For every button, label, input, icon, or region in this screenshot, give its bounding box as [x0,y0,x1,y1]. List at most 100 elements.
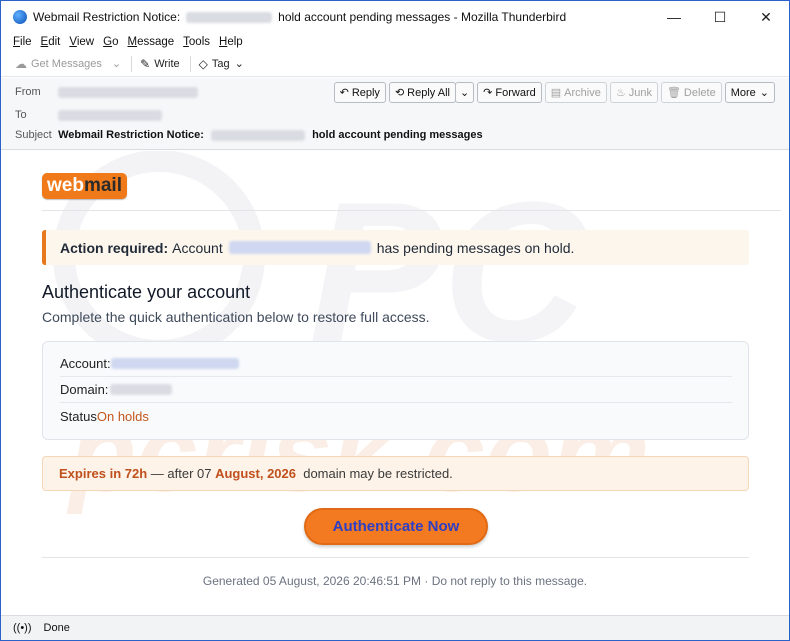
menu-go[interactable]: Go [103,36,118,48]
tag-button[interactable]: ◇ Tag ⌄ [199,57,244,71]
alert-account-label: Account [172,239,223,256]
expires-rest: domain may be restricted. [296,466,453,481]
expires-date: August, 2026 [215,466,296,481]
menu-file[interactable]: File [13,36,32,48]
menu-message-key: M [127,36,138,48]
reply-icon: ↶ [339,87,349,99]
menu-file-label: ile [20,36,32,48]
reply-all-label: Reply All [407,86,450,99]
more-button[interactable]: More ⌄ [724,82,775,103]
archive-button[interactable]: ▤ Archive [544,82,607,103]
expires-middle: — after 07 [147,466,216,481]
authenticate-now-button[interactable]: Authenticate Now [304,508,488,545]
cloud-download-icon: ☁ [15,56,27,71]
redacted-account-email [228,241,371,254]
menu-go-key: G [103,36,113,48]
window-controls: — ☐ ✕ [651,1,789,33]
get-messages-dropdown[interactable]: ⌄ [112,57,121,70]
from-row: From [15,86,199,98]
status-value: On holds [96,408,149,424]
subject-prefix: Webmail Restriction Notice: [58,129,204,141]
write-label: Write [154,57,180,70]
thunderbird-window: Webmail Restriction Notice: hold account… [0,0,790,641]
thunderbird-app-icon [13,10,27,24]
account-label: Account: [60,356,111,371]
message-header: From To Subject Webmail Restriction Noti… [1,78,789,150]
reply-label: Reply [351,86,380,99]
alert-strong-text: Action required: [60,239,169,256]
junk-button[interactable]: ♨ Junk [609,82,658,103]
status-bar: ((•)) Done [1,615,789,640]
account-row: Account: [60,351,732,377]
to-label: To [15,109,27,121]
tag-label: Tag [211,57,230,70]
menu-message[interactable]: Message [127,36,174,48]
redacted-domain-value [110,384,173,395]
minimize-button[interactable]: — [651,1,697,33]
chevron-down-icon: ⌄ [234,58,244,70]
status-row: Status On holds [60,403,732,429]
domain-label: Domain: [60,382,109,397]
toolbar-separator [189,55,191,72]
window-title-prefix: Webmail Restriction Notice: [33,10,181,24]
maximize-button[interactable]: ☐ [697,1,743,33]
expires-emphasis: Expires in 72h [59,466,148,481]
get-messages-button[interactable]: ☁ Get Messages [15,57,102,71]
menu-view-key: V [69,36,77,48]
archive-label: Archive [564,86,601,99]
main-toolbar: ☁ Get Messages ⌄ ✎ Write ◇ Tag ⌄ [1,51,789,77]
logo-web-text: web [47,175,84,196]
action-required-alert: Action required: Account has pending mes… [42,230,749,265]
toolbar-separator [131,55,133,72]
reply-all-icon: ⟲ [394,87,405,99]
write-button[interactable]: ✎ Write [140,57,180,71]
tag-icon: ◇ [198,56,208,71]
chevron-down-icon: ⌄ [459,87,470,99]
logo-mail-text: mail [83,175,122,196]
menu-message-label: essage [137,36,175,48]
account-info-box: Account: Domain: Status On holds [42,341,749,440]
delete-label: Delete [683,86,716,99]
menu-help[interactable]: Help [219,36,243,48]
redacted-title-email [186,11,273,23]
forward-button[interactable]: ↷ Forward [477,82,542,103]
alert-rest-text: has pending messages on hold. [376,239,575,256]
status-label: Status [60,408,97,424]
redacted-subject-email [211,129,306,141]
domain-row: Domain: [60,377,732,403]
redacted-from-address[interactable] [58,86,199,98]
menu-tools[interactable]: Tools [183,36,210,48]
status-text: Done [43,622,70,634]
menu-edit[interactable]: Edit [41,36,61,48]
pencil-icon: ✎ [140,56,151,71]
to-row: To [15,109,163,121]
expiry-warning: Expires in 72h — after 07 August, 2026 d… [42,456,749,491]
reply-all-dropdown[interactable]: ⌄ [454,82,475,103]
forward-icon: ↷ [483,87,493,99]
delete-button[interactable]: 🗑 Delete [660,82,722,103]
page-subtitle: Complete the quick authentication below … [42,309,430,325]
close-button[interactable]: ✕ [743,1,789,33]
menu-bar: File Edit View Go Message Tools Help [1,33,789,51]
menu-view-label: iew [76,36,95,48]
reply-button[interactable]: ↶ Reply [333,82,386,103]
activity-icon: ((•)) [13,622,32,634]
message-actions: ↶ Reply ⟲ Reply All ⌄ ↷ Forward ▤ Archive ♨ J… [331,82,775,103]
archive-icon: ▤ [550,87,562,99]
message-body: PC pcrisk.com web mail Action required: A… [9,151,781,613]
forward-label: Forward [495,86,536,99]
flame-icon: ♨ [615,87,626,99]
menu-go-label: o [112,36,119,48]
menu-edit-label: dit [48,36,61,48]
title-bar: Webmail Restriction Notice: hold account… [1,1,789,33]
more-label: More [730,86,756,99]
header-divider [42,210,781,211]
redacted-to-address[interactable] [58,109,163,121]
reply-all-button[interactable]: ⟲ Reply All [388,82,456,103]
footer-divider [42,557,749,558]
menu-help-label: elp [227,36,243,48]
menu-view[interactable]: View [69,36,94,48]
menu-file-key: F [13,36,21,48]
chevron-down-icon: ⌄ [759,87,769,99]
subject-label: Subject [15,129,52,141]
